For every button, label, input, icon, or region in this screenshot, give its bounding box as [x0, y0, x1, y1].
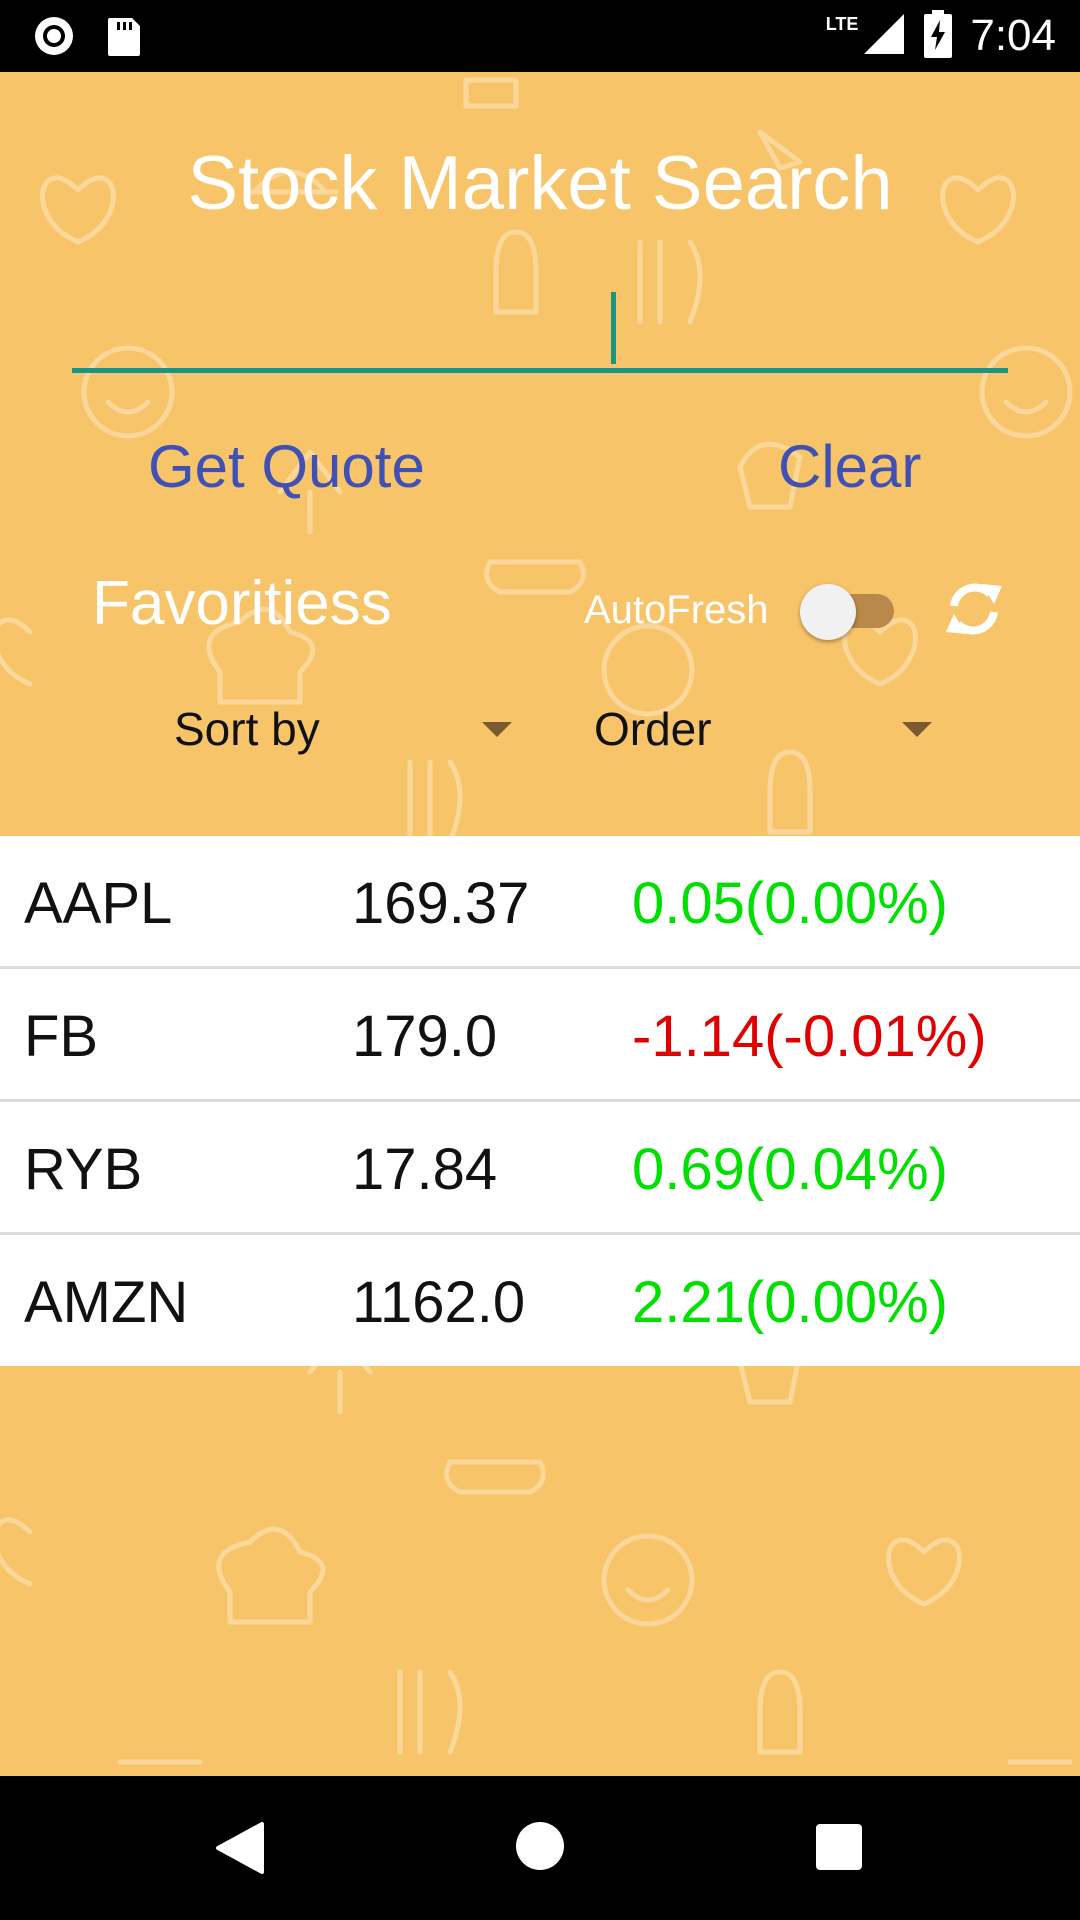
clear-button[interactable]: Clear	[778, 432, 921, 501]
status-bar: LTE 7:04	[0, 0, 1080, 72]
get-quote-button[interactable]: Get Quote	[148, 432, 425, 501]
search-field[interactable]	[72, 280, 1012, 376]
recents-icon[interactable]	[816, 1824, 862, 1870]
refresh-icon[interactable]	[944, 578, 1004, 640]
stock-symbol: FB	[24, 1004, 99, 1069]
back-icon[interactable]	[214, 1820, 266, 1876]
app-screen: LTE 7:04 Stock Market Search Get Quote C…	[0, 0, 1080, 1920]
stock-symbol: RYB	[24, 1137, 143, 1202]
toggle-thumb	[800, 584, 856, 640]
stock-symbol: AAPL	[24, 871, 173, 936]
app-title: Stock Market Search	[187, 141, 893, 226]
stock-symbol: AMZN	[24, 1270, 189, 1335]
stock-price: 17.84	[352, 1137, 498, 1202]
chevron-down-icon	[482, 722, 512, 737]
sd-card-icon	[106, 14, 142, 63]
order-label: Order	[594, 703, 712, 755]
text-cursor	[611, 292, 616, 364]
favorite-row[interactable]: AAPL 169.37 0.05(0.00%)	[0, 836, 1080, 969]
stock-change: 0.05(0.00%)	[632, 871, 948, 936]
favorite-row[interactable]: RYB 17.84 0.69(0.04%)	[0, 1102, 1080, 1235]
stock-change: -1.14(-0.01%)	[632, 1004, 987, 1069]
favorite-row[interactable]: FB 179.0 -1.14(-0.01%)	[0, 969, 1080, 1102]
search-underline	[72, 368, 1008, 373]
signal-icon	[862, 12, 906, 61]
autofresh-label: AutoFresh	[584, 588, 769, 632]
network-type-label: LTE	[825, 13, 859, 34]
search-input[interactable]	[72, 280, 1012, 368]
stock-change: 2.21(0.00%)	[632, 1270, 948, 1335]
favorite-row[interactable]: AMZN 1162.0 2.21(0.00%)	[0, 1235, 1080, 1366]
stock-price: 1162.0	[352, 1270, 526, 1335]
sort-by-spinner[interactable]: Sort by	[174, 696, 514, 766]
stock-price: 169.37	[352, 871, 530, 936]
autofresh-toggle[interactable]	[800, 582, 896, 640]
stock-change: 0.69(0.04%)	[632, 1137, 948, 1202]
home-icon[interactable]	[516, 1822, 564, 1870]
navigation-bar	[0, 1776, 1080, 1920]
battery-charging-icon	[924, 9, 953, 63]
order-spinner[interactable]: Order	[594, 696, 934, 766]
stock-price: 179.0	[352, 1004, 498, 1069]
favorites-list: AAPL 169.37 0.05(0.00%) FB 179.0 -1.14(-…	[0, 836, 1080, 1366]
sort-by-label: Sort by	[174, 703, 320, 755]
favorites-heading: Favoritiess	[92, 569, 392, 638]
chevron-down-icon	[902, 722, 932, 737]
clock: 7:04	[970, 11, 1056, 60]
record-icon	[32, 14, 76, 63]
